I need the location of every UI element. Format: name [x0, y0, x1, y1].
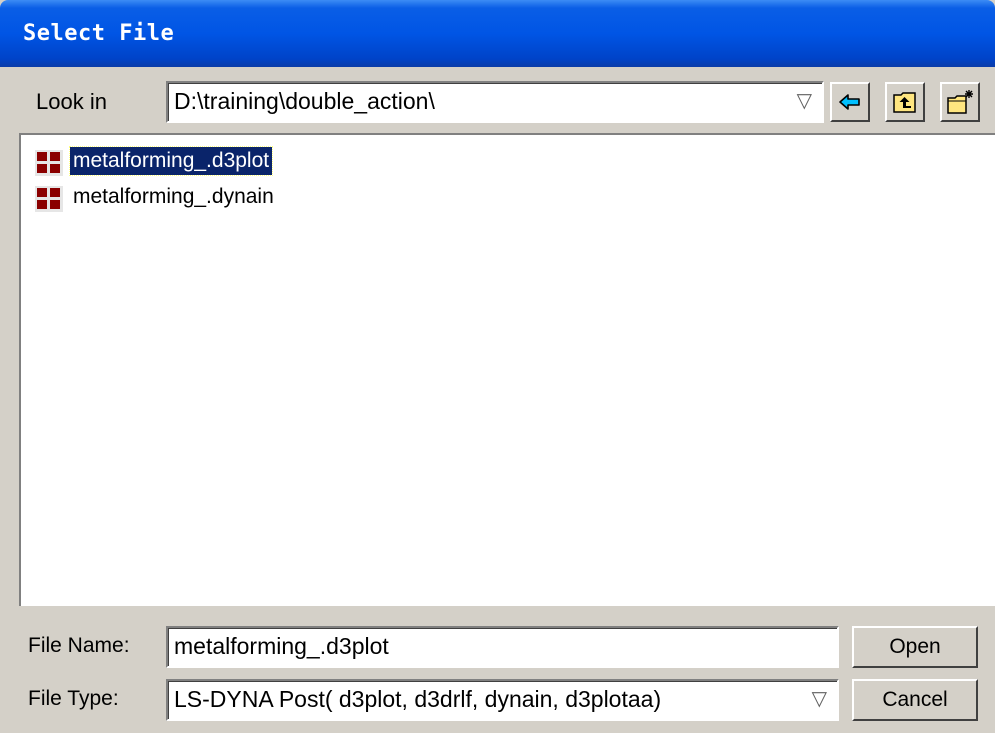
file-type-value: LS-DYNA Post( d3plot, d3drlf, dynain, d3…: [174, 686, 662, 712]
file-name-input[interactable]: metalforming_.d3plot: [166, 626, 839, 668]
select-file-dialog: Select File Look in D:\training\double_a…: [0, 0, 995, 733]
file-type-select[interactable]: LS-DYNA Post( d3plot, d3drlf, dynain, d3…: [166, 679, 839, 721]
file-grid-icon: [35, 186, 63, 212]
file-list[interactable]: metalforming_.d3plot metalforming_.dynai…: [19, 133, 995, 606]
create-new-folder-button[interactable]: [940, 82, 980, 122]
up-folder-icon: [893, 92, 916, 113]
file-type-label: File Type:: [28, 687, 119, 710]
look-in-label: Look in: [36, 89, 107, 114]
dialog-title: Select File: [23, 21, 175, 46]
cancel-button[interactable]: Cancel: [852, 679, 978, 721]
back-button[interactable]: [830, 82, 870, 122]
back-arrow-icon: [839, 94, 860, 110]
file-name-text: metalforming_.d3plot: [68, 146, 274, 176]
dropdown-arrow-icon[interactable]: ▽: [797, 88, 812, 113]
look-in-combobox[interactable]: D:\training\double_action\ ▽: [166, 81, 824, 123]
look-in-path: D:\training\double_action\: [174, 88, 435, 114]
new-folder-icon: [947, 90, 973, 114]
file-name-label: File Name:: [28, 634, 130, 657]
open-button[interactable]: Open: [852, 626, 978, 668]
file-name-text: metalforming_.dynain: [73, 185, 274, 208]
file-name-value: metalforming_.d3plot: [174, 633, 389, 659]
up-one-level-button[interactable]: [885, 82, 925, 122]
dropdown-arrow-icon[interactable]: ▽: [812, 686, 827, 711]
file-grid-icon: [35, 150, 63, 176]
title-bar[interactable]: Select File: [0, 0, 995, 67]
